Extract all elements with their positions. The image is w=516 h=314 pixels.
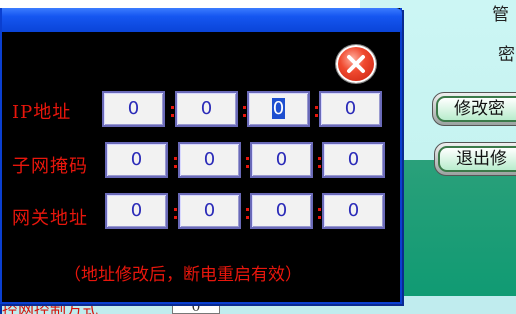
gateway-octet-2-field[interactable]: 0 (178, 193, 241, 229)
subnet-dot-3b (318, 165, 321, 168)
subnet-octet-3-field[interactable]: 0 (250, 142, 313, 178)
gateway-dot-2 (246, 208, 249, 211)
exit-modify-button[interactable]: 退出修 (434, 142, 516, 176)
gateway-dot-2b (246, 216, 249, 219)
subnet-mask-label: 子网掩码 (12, 156, 88, 177)
subnet-octet-3-value: 0 (275, 149, 288, 170)
ip-octet-4-value: 0 (344, 98, 357, 119)
ip-config-dialog: IP地址 0 0 0 0 子网掩码 0 0 0 0 网关地址 0 0 0 0 （… (0, 8, 402, 304)
ip-octet-2-field[interactable]: 0 (175, 91, 238, 127)
ip-dot-2b (243, 114, 246, 117)
background-title-fragment: 管 (492, 5, 509, 25)
ip-dot-2 (243, 106, 246, 109)
ip-dot-3 (315, 106, 318, 109)
modify-password-button-label: 修改密 (436, 96, 516, 122)
ip-dot-1b (171, 114, 174, 117)
gateway-octet-2-value: 0 (203, 200, 216, 221)
ip-octet-3-field[interactable]: 0 (247, 91, 310, 127)
gateway-octet-1-field[interactable]: 0 (105, 193, 168, 229)
close-icon (347, 55, 365, 73)
ip-octet-1-value: 0 (127, 98, 140, 119)
ip-dot-3b (315, 114, 318, 117)
gateway-address-label: 网关地址 (12, 208, 88, 229)
exit-modify-button-label: 退出修 (438, 146, 516, 172)
gateway-octet-4-field[interactable]: 0 (322, 193, 385, 229)
ip-octet-2-value: 0 (200, 98, 213, 119)
gateway-dot-1b (174, 216, 177, 219)
subnet-octet-1-value: 0 (130, 149, 143, 170)
background-label-fragment: 密 (498, 45, 515, 65)
gateway-octet-4-value: 0 (347, 200, 360, 221)
subnet-octet-1-field[interactable]: 0 (105, 142, 168, 178)
dialog-titlebar[interactable] (2, 8, 402, 32)
subnet-octet-2-value: 0 (203, 149, 216, 170)
ip-dot-1 (171, 106, 174, 109)
gateway-octet-3-field[interactable]: 0 (250, 193, 313, 229)
ip-octet-1-field[interactable]: 0 (102, 91, 165, 127)
restart-note: （地址修改后，断电重启有效） (64, 265, 302, 285)
subnet-dot-3 (318, 157, 321, 160)
gateway-dot-1 (174, 208, 177, 211)
modify-password-button[interactable]: 修改密 (432, 92, 516, 126)
subnet-dot-1 (174, 157, 177, 160)
gateway-octet-3-value: 0 (275, 200, 288, 221)
close-button[interactable] (336, 45, 376, 83)
gateway-octet-1-value: 0 (130, 200, 143, 221)
ip-octet-3-value: 0 (271, 98, 286, 119)
ip-octet-4-field[interactable]: 0 (319, 91, 382, 127)
subnet-dot-2b (246, 165, 249, 168)
subnet-octet-2-field[interactable]: 0 (178, 142, 241, 178)
gateway-dot-3b (318, 216, 321, 219)
gateway-dot-3 (318, 208, 321, 211)
subnet-dot-1b (174, 165, 177, 168)
ip-address-label: IP地址 (12, 102, 72, 123)
subnet-octet-4-value: 0 (347, 149, 360, 170)
subnet-dot-2 (246, 157, 249, 160)
subnet-octet-4-field[interactable]: 0 (322, 142, 385, 178)
